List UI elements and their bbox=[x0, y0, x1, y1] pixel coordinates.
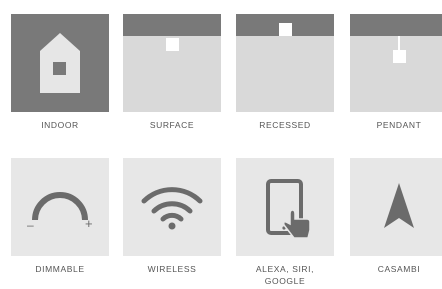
minus-sign: – bbox=[27, 218, 34, 232]
pendant-cord bbox=[398, 36, 400, 50]
dimmable-label: DIMMABLE bbox=[35, 264, 85, 274]
voice-tile bbox=[236, 158, 334, 256]
casambi-logo-icon bbox=[384, 183, 414, 228]
surface-tile bbox=[123, 14, 221, 112]
casambi-label: CASAMBI bbox=[377, 264, 421, 274]
surface-label: SURFACE bbox=[149, 120, 195, 130]
ceiling-bar bbox=[123, 14, 221, 36]
wireless-tile bbox=[123, 158, 221, 256]
casambi-tile bbox=[350, 158, 442, 256]
voice-label-line2: GOOGLE bbox=[264, 276, 306, 286]
recessed-tile bbox=[236, 14, 334, 112]
ceiling-bar bbox=[350, 14, 442, 36]
pendant-mount-icon bbox=[393, 50, 406, 63]
pendant-tile bbox=[350, 14, 442, 112]
wifi-icon bbox=[141, 187, 203, 230]
smartphone-touch-icon bbox=[266, 179, 311, 239]
recessed-label: RECESSED bbox=[259, 120, 311, 130]
dimmable-tile: – + bbox=[11, 158, 109, 256]
indoor-label: INDOOR bbox=[41, 120, 79, 130]
recessed-mount-icon bbox=[279, 23, 292, 36]
surface-mount-icon bbox=[166, 38, 179, 51]
indoor-tile bbox=[11, 14, 109, 112]
plus-sign: + bbox=[85, 216, 93, 231]
pendant-label: PENDANT bbox=[376, 120, 422, 130]
wireless-label: WIRELESS bbox=[147, 264, 197, 274]
house-icon bbox=[40, 33, 80, 93]
dimmer-dial-icon bbox=[32, 192, 88, 221]
voice-label-line1: ALEXA, SIRI, bbox=[255, 264, 315, 274]
